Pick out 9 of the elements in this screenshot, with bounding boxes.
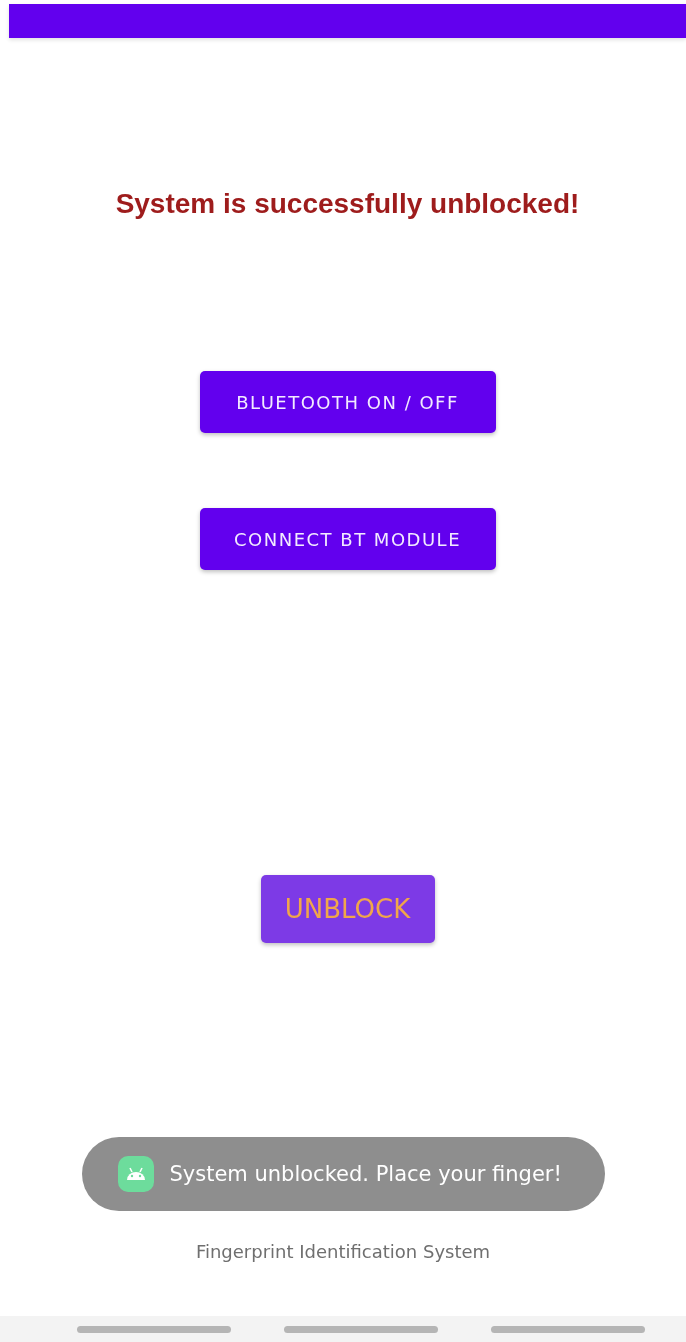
action-button[interactable]: CONNECT BT MODULE: [199, 508, 496, 570]
android-app-icon: [117, 1156, 154, 1192]
nav-handle[interactable]: [284, 1325, 438, 1333]
app-name: Fingerprint Identification System: [195, 1241, 491, 1262]
nav-handle[interactable]: [77, 1325, 231, 1333]
status-message: System is successfully unblocked!: [115, 188, 580, 220]
toast-message: System unblocked. Place your finger!: [169, 1162, 562, 1186]
action-button[interactable]: BLUETOOTH ON / OFF: [199, 371, 496, 433]
nav-handle[interactable]: [491, 1325, 645, 1333]
